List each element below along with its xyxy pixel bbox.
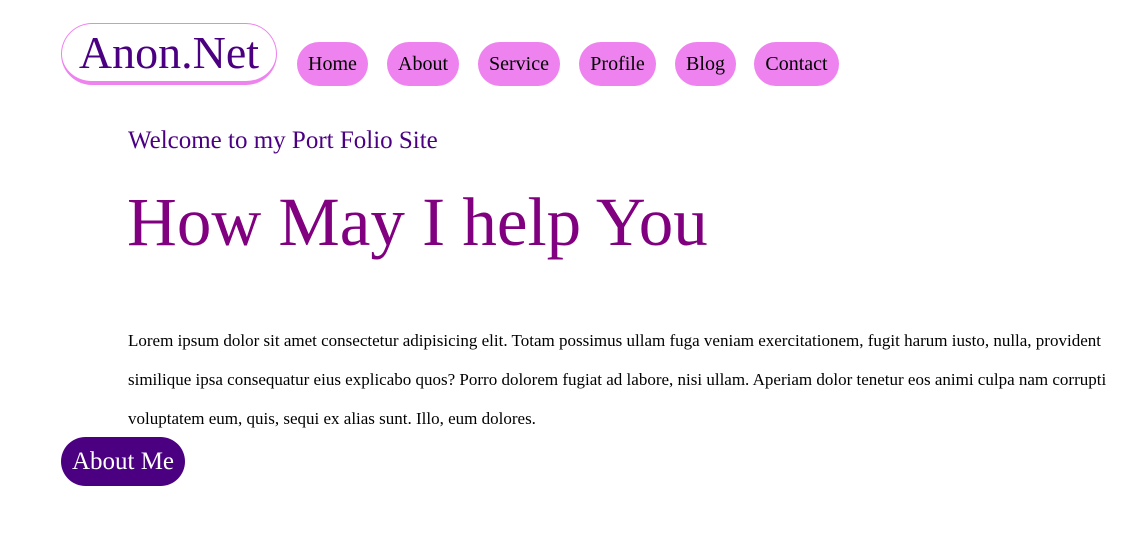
intro-paragraph: Lorem ipsum dolor sit amet consectetur a… bbox=[128, 331, 1107, 428]
welcome-text: Welcome to my Port Folio Site bbox=[128, 127, 438, 154]
nav-profile-button[interactable]: Profile bbox=[579, 42, 656, 86]
nav-contact-button[interactable]: Contact bbox=[754, 42, 839, 86]
nav-service-button[interactable]: Service bbox=[478, 42, 560, 86]
nav-home-button[interactable]: Home bbox=[297, 42, 368, 86]
about-me-button[interactable]: About Me bbox=[61, 437, 185, 486]
site-logo[interactable]: Anon.Net bbox=[61, 23, 277, 85]
nav-blog-button[interactable]: Blog bbox=[675, 42, 736, 86]
nav-about-button[interactable]: About bbox=[387, 42, 459, 86]
page: Anon.Net Home About Service Profile Blog… bbox=[0, 0, 1142, 544]
page-headline: How May I help You bbox=[127, 184, 708, 260]
